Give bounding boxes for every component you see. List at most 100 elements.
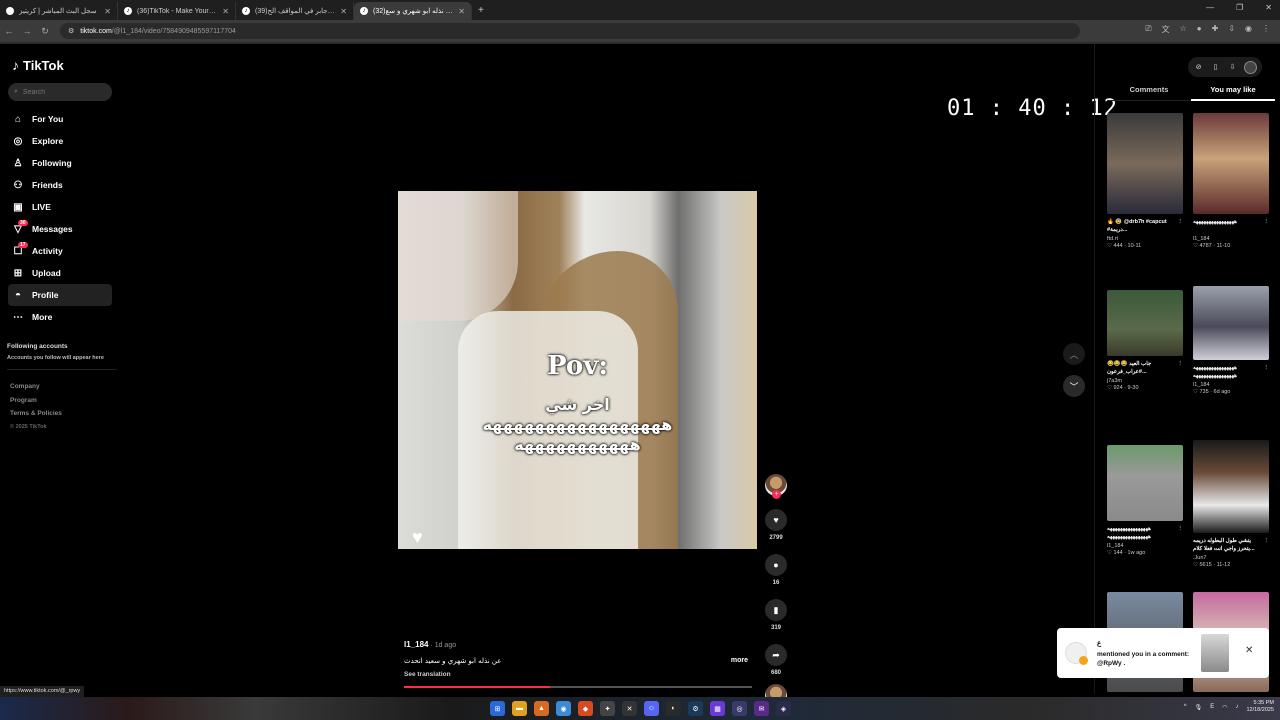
windows-start-icon[interactable]: ⊞ xyxy=(490,701,505,716)
footer-link-terms[interactable]: Terms & Policies xyxy=(10,407,62,421)
maximize-icon[interactable]: ❐ xyxy=(1236,3,1243,12)
forward-icon[interactable]: → xyxy=(18,26,36,36)
browser-tab[interactable]: سجل البث المباشر | كريتيز ✕ xyxy=(0,2,118,20)
window-close-icon[interactable]: ✕ xyxy=(1265,3,1272,12)
menu-icon[interactable]: ⋮ xyxy=(1262,24,1270,35)
download-icon[interactable]: ⇩ xyxy=(1227,63,1238,71)
sidebar-item-friends[interactable]: ⚇ Friends xyxy=(8,174,112,196)
minimize-icon[interactable]: — xyxy=(1206,3,1214,12)
sidebar-item-profile[interactable]: ◓ Profile xyxy=(8,284,112,306)
video-thumbnail[interactable] xyxy=(1107,445,1183,521)
card-user[interactable]: .Jun7 xyxy=(1193,555,1269,561)
comment-button[interactable]: ● xyxy=(765,554,787,576)
card-user[interactable]: j7a3m xyxy=(1107,378,1183,384)
sidebar-item-live[interactable]: ▣ LIVE xyxy=(8,196,112,218)
card-user[interactable]: l1_184 xyxy=(1107,543,1183,549)
site-info-icon[interactable]: ⚙ xyxy=(68,27,74,35)
language-icon[interactable]: E xyxy=(1210,704,1214,710)
install-icon[interactable]: ⎚ xyxy=(1145,24,1151,35)
wifi-icon[interactable]: ◠ xyxy=(1222,704,1227,711)
sidebar-item-explore[interactable]: ◎ Explore xyxy=(8,130,112,152)
taskbar-clock[interactable]: 5:35 PM 12/18/2025 xyxy=(1246,700,1274,714)
more-link[interactable]: more xyxy=(731,657,748,664)
download-icon[interactable]: ⇩ xyxy=(1228,24,1235,35)
puzzle-icon[interactable]: ✚ xyxy=(1212,24,1219,35)
microphone-icon[interactable]: 🎙 xyxy=(1195,704,1203,711)
browser-tab-active[interactable]: ♪ (32)عن نذله ابو شهري و سع... ✕ xyxy=(354,2,472,20)
app-icon[interactable]: ◎ xyxy=(732,701,747,716)
footer-link-program[interactable]: Program xyxy=(10,394,62,408)
search-input[interactable] xyxy=(22,88,103,96)
tab-comments[interactable]: Comments xyxy=(1107,85,1191,101)
card-user[interactable]: l1_184 xyxy=(1193,382,1269,388)
footer-link-company[interactable]: Company xyxy=(10,380,62,394)
save-button[interactable]: ▮ xyxy=(765,599,787,621)
recommendation-card[interactable]: 🔥 😨 @drb7h #capcut #دريمة... ⋮ ftd.rt ♡ 4… xyxy=(1107,113,1183,249)
sidebar-item-activity[interactable]: ☐ 17 Activity xyxy=(8,240,112,262)
chevron-up-icon[interactable]: ^ xyxy=(1184,704,1187,710)
steam-icon[interactable]: ⚙ xyxy=(688,701,703,716)
next-video-button[interactable]: ﹀ xyxy=(1063,375,1085,397)
browser-tab[interactable]: ♪ (39)عبدالله جابر في المواقف الح... ✕ xyxy=(236,2,354,20)
author-avatar[interactable]: + xyxy=(765,474,787,499)
device-icon[interactable]: ▯ xyxy=(1210,63,1221,71)
browser-tab[interactable]: ♪ (36)TikTok - Make Your Day ✕ xyxy=(118,2,236,20)
recommendation-card[interactable]: ههههههههههههههههه ههههههههههههههههه ⋮ l1_… xyxy=(1107,445,1183,556)
coin-icon[interactable]: ⊘ xyxy=(1193,63,1204,71)
extension-icon[interactable]: ● xyxy=(1197,24,1202,35)
sidebar-item-following[interactable]: ♙ Following xyxy=(8,152,112,174)
app-icon[interactable]: ▦ xyxy=(710,701,725,716)
app-icon[interactable]: ◐ xyxy=(666,701,681,716)
search-box[interactable]: ⌕ xyxy=(8,83,112,101)
app-icon[interactable]: ✕ xyxy=(622,701,637,716)
video-thumbnail[interactable] xyxy=(1107,113,1183,214)
close-icon[interactable]: ✕ xyxy=(1245,645,1253,656)
card-user[interactable]: ftd.rt xyxy=(1107,236,1183,242)
app-icon[interactable]: ◈ xyxy=(776,701,791,716)
video-seek-bar[interactable] xyxy=(404,686,752,688)
back-icon[interactable]: ← xyxy=(0,26,18,36)
more-icon[interactable]: ⋮ xyxy=(1178,525,1184,533)
share-button[interactable]: ➦ xyxy=(765,644,787,666)
author-name[interactable]: l1_184 xyxy=(404,640,428,649)
more-icon[interactable]: ⋮ xyxy=(1264,218,1270,226)
sidebar-item-for-you[interactable]: ⌂ For You xyxy=(8,108,112,130)
app-icon[interactable]: ✦ xyxy=(600,701,615,716)
app-icon[interactable]: ✉ xyxy=(754,701,769,716)
file-explorer-icon[interactable]: ▬ xyxy=(512,701,527,716)
more-icon[interactable]: ⋮ xyxy=(1178,360,1184,368)
card-user[interactable]: l1_184 xyxy=(1193,236,1269,242)
mention-notification[interactable]: ع mentioned you in a comment: @RpWy . ✕ xyxy=(1057,628,1269,678)
close-icon[interactable]: ✕ xyxy=(340,7,347,16)
recommendation-card[interactable]: يتشي طول البطوله دريمه ...يتحرز واجي انت… xyxy=(1193,440,1269,568)
new-tab-icon[interactable]: + xyxy=(478,5,484,16)
see-translation-link[interactable]: See translation xyxy=(404,671,750,678)
volume-icon[interactable]: ♪ xyxy=(1235,704,1238,710)
close-icon[interactable]: ✕ xyxy=(222,7,229,16)
notification-thumbnail[interactable] xyxy=(1201,634,1229,672)
tiktok-logo[interactable]: ♪ TikTok xyxy=(12,57,64,73)
video-author[interactable]: l1_184 · 1d ago xyxy=(404,640,750,649)
video-thumbnail[interactable] xyxy=(1193,286,1269,360)
close-icon[interactable]: ✕ xyxy=(104,7,111,16)
more-icon[interactable]: ⋮ xyxy=(1178,218,1184,226)
video-thumbnail[interactable] xyxy=(1193,440,1269,533)
like-button[interactable]: ♥ xyxy=(765,509,787,531)
translate-icon[interactable]: 文 xyxy=(1162,24,1170,35)
close-icon[interactable]: ✕ xyxy=(458,7,465,16)
sidebar-item-messages[interactable]: ▽ 30 Messages xyxy=(8,218,112,240)
user-avatar[interactable] xyxy=(1244,60,1257,74)
discord-icon[interactable]: ☺ xyxy=(644,701,659,716)
recommendation-card[interactable]: ههههههههههههههههه ⋮ l1_184 ♡ 4787 · 11-10 xyxy=(1193,113,1269,249)
profile-icon[interactable]: ◉ xyxy=(1245,24,1252,35)
video-thumbnail[interactable] xyxy=(1193,113,1269,214)
video-thumbnail[interactable] xyxy=(1107,290,1183,356)
tab-you-may-like[interactable]: You may like xyxy=(1191,85,1275,101)
sidebar-item-upload[interactable]: ⊞ Upload xyxy=(8,262,112,284)
more-icon[interactable]: ⋮ xyxy=(1264,364,1270,372)
chrome-icon[interactable]: ◉ xyxy=(556,701,571,716)
sidebar-item-more[interactable]: ⋯ More xyxy=(8,306,112,328)
url-field[interactable]: ⚙ tiktok.com/@l1_184/video/7584909485597… xyxy=(60,23,1080,39)
bookmark-star-icon[interactable]: ☆ xyxy=(1180,24,1187,35)
more-icon[interactable]: ⋮ xyxy=(1264,537,1270,545)
